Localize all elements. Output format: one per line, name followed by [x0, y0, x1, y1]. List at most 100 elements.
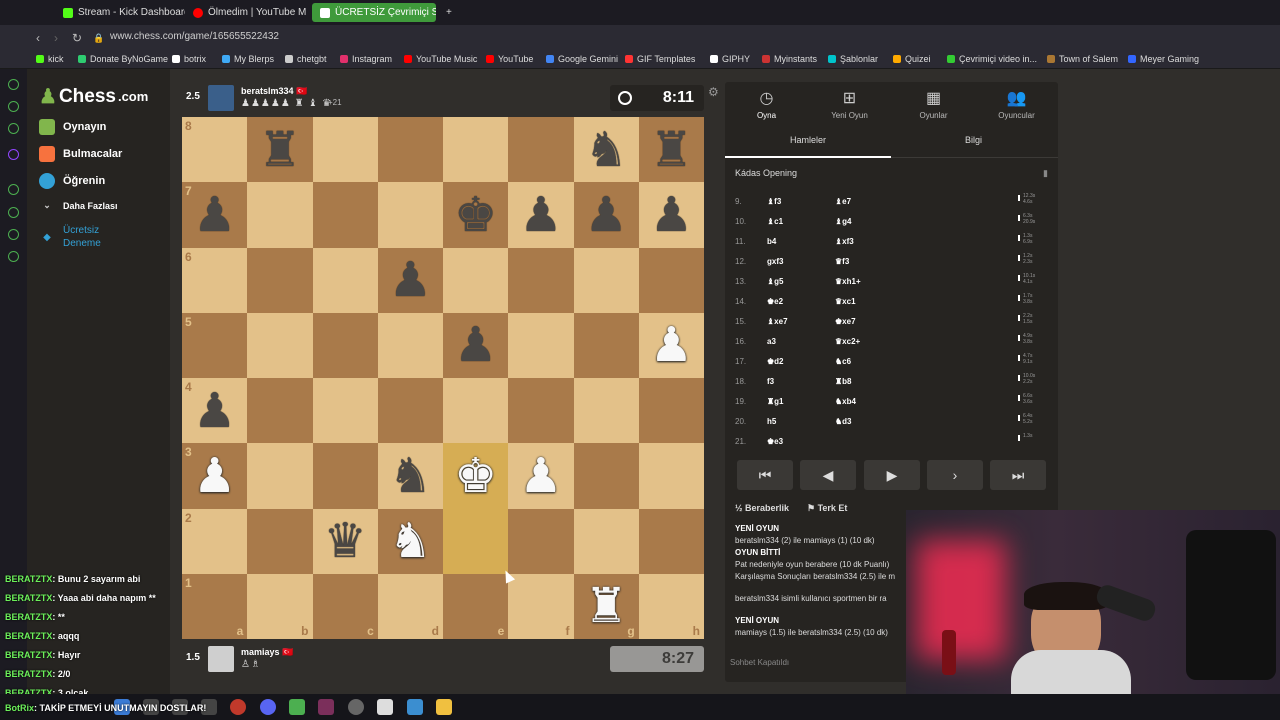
chess-logo[interactable]: ♟ Chess .com — [39, 84, 148, 109]
bookmark-item[interactable]: botrix — [172, 54, 206, 64]
obs-icon[interactable] — [348, 699, 364, 715]
settings-icon[interactable] — [8, 251, 19, 262]
nav-more[interactable]: ⌄ Daha Fazlası — [39, 200, 117, 211]
square-c3[interactable] — [312, 443, 378, 509]
square-f5[interactable] — [508, 312, 574, 378]
square-e3[interactable]: ♚ — [443, 443, 509, 509]
forward-icon[interactable]: › — [54, 31, 58, 45]
black-move[interactable]: ♝xf3 — [835, 237, 854, 246]
white-knight-piece[interactable]: ♞ — [389, 517, 432, 565]
white-pawn-piece[interactable]: ♟ — [193, 452, 236, 500]
square-g6[interactable] — [573, 247, 639, 313]
square-d8[interactable] — [377, 117, 443, 183]
prev-move-button[interactable]: ◀ — [800, 460, 856, 490]
tab-moves[interactable]: Hamleler — [790, 135, 826, 145]
black-knight-piece[interactable]: ♞ — [585, 126, 628, 174]
black-king-piece[interactable]: ♚ — [454, 191, 497, 239]
folder-icon[interactable] — [436, 699, 452, 715]
taskbar-app-icon[interactable] — [318, 699, 334, 715]
square-h7[interactable]: ♟ — [638, 182, 704, 248]
bookmark-item[interactable]: Myinstants — [762, 54, 817, 64]
black-pawn-piece[interactable]: ♟ — [519, 191, 562, 239]
square-f8[interactable] — [508, 117, 574, 183]
square-a2[interactable]: 2 — [182, 508, 248, 574]
black-move[interactable]: ♛f3 — [835, 257, 849, 266]
white-move[interactable]: a3 — [767, 337, 776, 346]
bookmark-item[interactable]: Google Gemini — [546, 54, 618, 64]
square-h1[interactable]: h — [638, 573, 704, 639]
taskbar-app-icon[interactable] — [407, 699, 423, 715]
history-icon[interactable] — [8, 207, 19, 218]
square-e8[interactable] — [443, 117, 509, 183]
square-f4[interactable] — [508, 378, 574, 444]
square-c6[interactable] — [312, 247, 378, 313]
black-pawn-piece[interactable]: ♟ — [585, 191, 628, 239]
square-a6[interactable]: 6 — [182, 247, 248, 313]
play-button[interactable]: ▶ — [864, 460, 920, 490]
square-h2[interactable] — [638, 508, 704, 574]
square-b7[interactable] — [247, 182, 313, 248]
square-f7[interactable]: ♟ — [508, 182, 574, 248]
square-b4[interactable] — [247, 378, 313, 444]
square-h6[interactable] — [638, 247, 704, 313]
bookmark-item[interactable]: YouTube — [486, 54, 533, 64]
square-a3[interactable]: 3 ♟ — [182, 443, 248, 509]
nav-learn[interactable]: Öğrenin — [39, 173, 105, 189]
white-move[interactable]: h5 — [767, 417, 776, 426]
tab-players[interactable]: 👥 Oyuncular — [979, 88, 1054, 120]
tab-youtube[interactable]: Ölmedim | YouTube M — [185, 3, 310, 22]
square-f6[interactable] — [508, 247, 574, 313]
reload-icon[interactable]: ↻ — [72, 31, 82, 45]
sidebar-app-icon[interactable] — [8, 101, 19, 112]
bookmark-item[interactable]: Donate ByNoGame — [78, 54, 168, 64]
square-d5[interactable] — [377, 312, 443, 378]
bookmark-item[interactable]: Meyer Gaming — [1128, 54, 1199, 64]
white-pawn-piece[interactable]: ♟ — [650, 321, 693, 369]
square-a7[interactable]: 7 ♟ — [182, 182, 248, 248]
square-h3[interactable] — [638, 443, 704, 509]
white-move[interactable]: ♚e3 — [767, 437, 783, 446]
book-icon[interactable]: ▮ — [1043, 168, 1048, 179]
black-move[interactable]: ♜b8 — [835, 377, 852, 386]
square-c4[interactable] — [312, 378, 378, 444]
tab-kick-dashboard[interactable]: Stream - Kick Dashboard — [55, 3, 185, 22]
last-move-button[interactable]: ⏭ — [990, 460, 1046, 490]
square-c2[interactable]: ♛ — [312, 508, 378, 574]
bookmark-item[interactable]: Town of Salem — [1047, 54, 1118, 64]
square-d6[interactable]: ♟ — [377, 247, 443, 313]
square-c1[interactable]: c — [312, 573, 378, 639]
square-b2[interactable] — [247, 508, 313, 574]
black-pawn-piece[interactable]: ♟ — [193, 387, 236, 435]
white-move[interactable]: ♝g5 — [767, 277, 784, 286]
square-d7[interactable] — [377, 182, 443, 248]
black-move[interactable]: ♝g4 — [835, 217, 852, 226]
black-move[interactable]: ♛xc2+ — [835, 337, 860, 346]
black-pawn-piece[interactable]: ♟ — [193, 191, 236, 239]
discord-icon[interactable] — [260, 699, 276, 715]
square-b3[interactable] — [247, 443, 313, 509]
player-name[interactable]: beratslm334 🇹🇷 — [241, 86, 307, 97]
square-f2[interactable] — [508, 508, 574, 574]
bookmark-item[interactable]: YouTube Music — [404, 54, 477, 64]
square-d2[interactable]: ♞ — [377, 508, 443, 574]
square-b6[interactable] — [247, 247, 313, 313]
url-field[interactable]: www.chess.com/game/165655522432 — [110, 31, 279, 42]
bookmark-item[interactable]: Şablonlar — [828, 54, 878, 64]
nav-play[interactable]: Oynayın — [39, 119, 106, 135]
white-move[interactable]: b4 — [767, 237, 776, 246]
draw-button[interactable]: ½ Beraberlik — [735, 503, 789, 513]
square-h4[interactable] — [638, 378, 704, 444]
square-e6[interactable] — [443, 247, 509, 313]
square-h8[interactable]: ♜ — [638, 117, 704, 183]
square-g3[interactable] — [573, 443, 639, 509]
bookmark-item[interactable]: chetgbt — [285, 54, 327, 64]
sidebar-app-icon[interactable] — [8, 184, 19, 195]
square-g7[interactable]: ♟ — [573, 182, 639, 248]
square-g2[interactable] — [573, 508, 639, 574]
black-move[interactable]: ♞d3 — [835, 417, 852, 426]
square-b5[interactable] — [247, 312, 313, 378]
bookmark-item[interactable]: Instagram — [340, 54, 392, 64]
tab-chess[interactable]: ÜCRETSİZ Çevrimiçi S — [312, 3, 436, 22]
square-f3[interactable]: ♟ — [508, 443, 574, 509]
white-move[interactable]: f3 — [767, 377, 774, 386]
